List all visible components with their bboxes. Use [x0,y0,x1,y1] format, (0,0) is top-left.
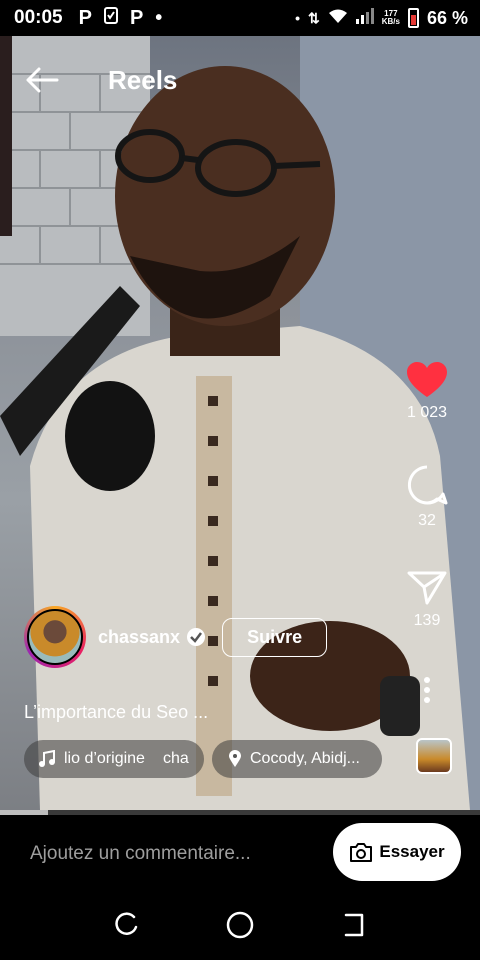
network-speed: 177 KB/s [381,9,400,26]
camera-icon [350,843,373,862]
author-row: chassanx Suivre [24,606,328,668]
username[interactable]: chassanx [98,627,180,648]
audio-label: lio d’origine [64,750,145,767]
comment-bar: Ajoutez un commentaire... Essayer [0,815,480,890]
back-nav-icon[interactable] [340,911,368,939]
try-button[interactable]: Essayer [333,823,461,881]
location-label: Cocody, Abidj... [250,750,360,767]
battery-icon [407,8,419,28]
system-nav-bar [0,890,480,960]
wifi-icon [328,8,348,29]
like-count: 1 023 [406,404,448,421]
signal-icon [355,7,374,29]
share-count: 139 [413,612,441,629]
heart-icon[interactable] [407,362,447,398]
home-icon[interactable] [225,910,255,940]
comment-input[interactable]: Ajoutez un commentaire... [30,843,251,865]
audio-thumbnail[interactable] [416,738,452,774]
parking-app-icon-2: P [129,6,144,29]
music-note-icon [39,750,55,767]
comment-bubble-icon[interactable] [406,464,448,506]
location-chip[interactable]: Cocody, Abidj... [212,740,382,778]
audio-chip[interactable]: lio d’origine cha [24,740,204,778]
recent-apps-icon[interactable] [112,911,140,939]
dot-indicator-icon-2: • [295,10,300,26]
audio-label-scroll: cha [162,750,189,767]
parking-app-icon: P [78,6,92,29]
like-action[interactable]: 1 023 [392,362,462,422]
clipboard-icon [103,6,118,30]
location-pin-icon [229,750,241,767]
caption-text[interactable]: L’importance du Seo ... [24,702,208,723]
status-bar: 00:05 P P • • ⇅ 177 KB/s 66 % [0,0,480,36]
verified-badge-icon [187,628,206,646]
more-options-button[interactable] [392,676,462,704]
reels-header: Reels [0,56,177,104]
comment-count: 32 [418,512,436,529]
share-action[interactable]: 139 [392,570,462,630]
avatar[interactable] [24,606,86,668]
dot-indicator-icon: • [155,6,163,29]
more-vert-icon[interactable] [423,676,431,704]
follow-button[interactable]: Suivre [222,617,328,657]
comment-action[interactable]: 32 [392,464,462,530]
try-label: Essayer [379,842,445,861]
send-icon[interactable] [407,570,447,606]
back-arrow-icon[interactable] [22,60,62,100]
status-time: 00:05 [14,7,63,28]
page-title: Reels [108,64,178,95]
data-arrows-icon: ⇅ [308,9,320,26]
battery-percent: 66 % [426,7,468,28]
